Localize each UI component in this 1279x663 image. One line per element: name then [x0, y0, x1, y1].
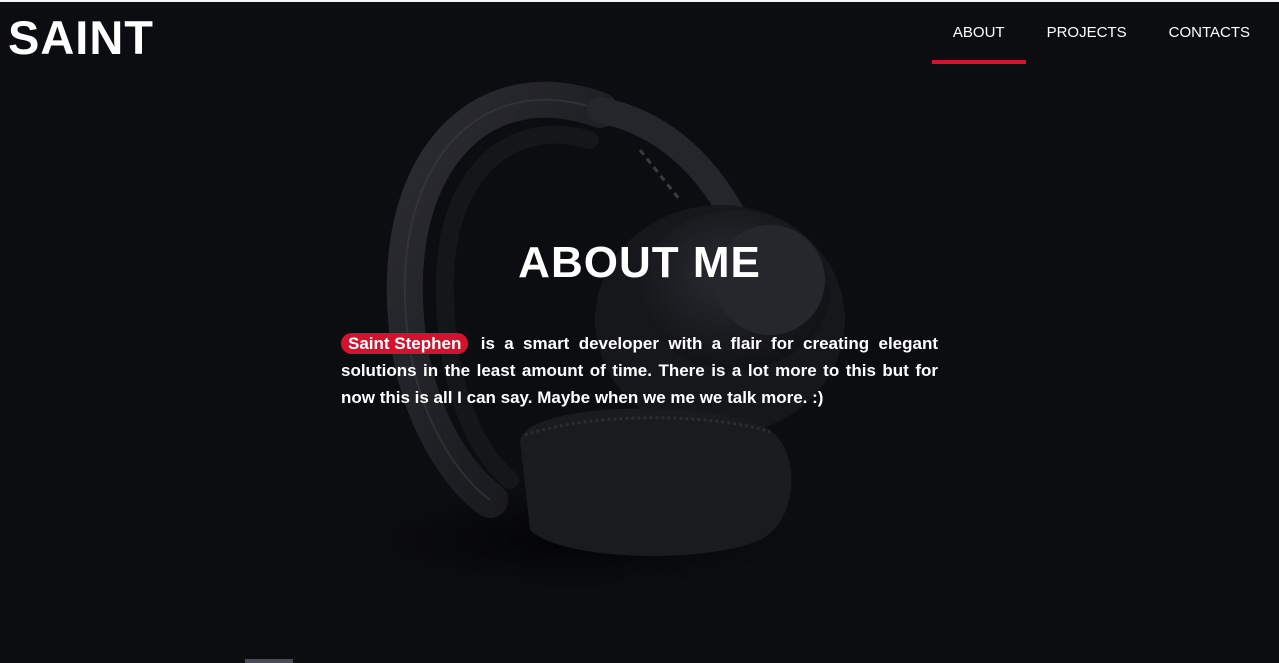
page: SAINT ABOUT PROJECTS CONTACTS ABOUT ME S… [0, 0, 1279, 663]
page-title: ABOUT ME [518, 238, 761, 287]
brand-logo[interactable]: SAINT [8, 12, 154, 64]
nav-item-contacts[interactable]: CONTACTS [1148, 0, 1271, 64]
bottom-scroll-indicator[interactable] [245, 659, 293, 663]
name-highlight-badge: Saint Stephen [341, 333, 469, 354]
nav-item-about[interactable]: ABOUT [931, 0, 1026, 64]
main-nav: ABOUT PROJECTS CONTACTS [931, 0, 1271, 64]
about-description: Saint Stephen is a smart developer with … [341, 330, 938, 411]
nav-item-projects[interactable]: PROJECTS [1026, 0, 1148, 64]
